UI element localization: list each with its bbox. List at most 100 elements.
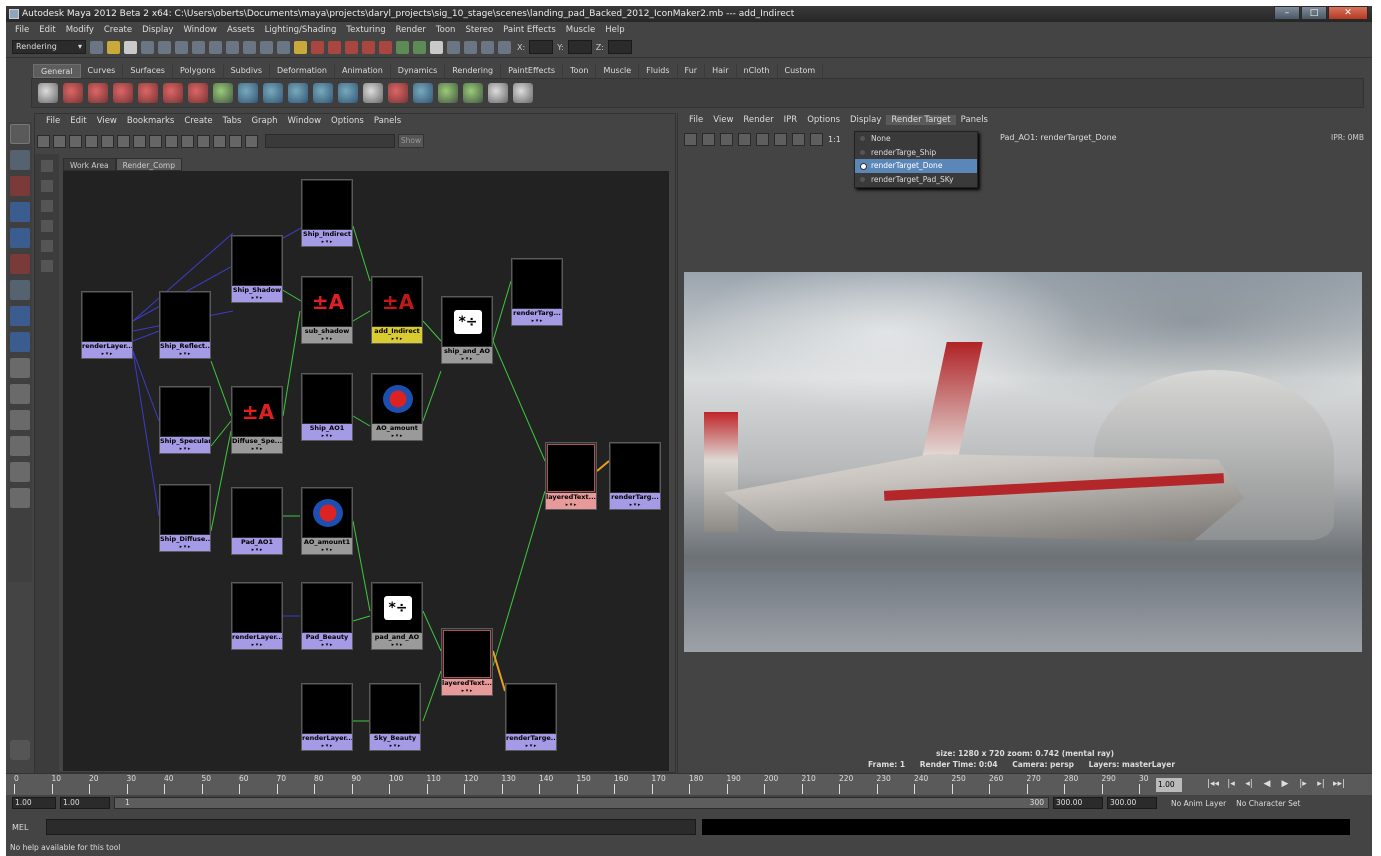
rv-menu-display[interactable]: Display [845, 115, 886, 125]
create-bar-icon[interactable] [41, 200, 53, 212]
graph-materials-icon[interactable] [133, 134, 146, 148]
snapshot-icon[interactable] [720, 132, 733, 146]
node-render-target-mid[interactable]: renderTarg... ▸ ▾ ▸ [609, 442, 661, 510]
shelf-skin-icon[interactable] [313, 83, 333, 103]
y-field[interactable] [567, 40, 592, 54]
move-tool-icon[interactable] [10, 202, 30, 222]
show-manipulator-icon[interactable] [10, 332, 30, 352]
node-plugs[interactable]: ▸ ▾ ▸ [546, 502, 596, 509]
shelf-sphere-icon[interactable] [88, 83, 108, 103]
new-scene-icon[interactable] [90, 40, 103, 54]
menu-set-selector[interactable]: Rendering [12, 40, 86, 54]
shelf-tab-fur[interactable]: Fur [678, 64, 706, 78]
ipr-render-icon[interactable] [738, 132, 751, 146]
alpha-channel-icon[interactable] [810, 132, 823, 146]
menu-file[interactable]: File [10, 25, 34, 35]
create-bar-icon[interactable] [41, 240, 53, 252]
node-ship-ao1[interactable]: Ship_AO1 ▸ ▾ ▸ [301, 373, 353, 441]
outliner-toggle-icon[interactable] [481, 40, 494, 54]
hs-menu-view[interactable]: View [92, 116, 122, 126]
node-layered-texture-bottom[interactable]: layeredText... ▸ ▾ ▸ [441, 628, 493, 696]
open-scene-icon[interactable] [107, 40, 120, 54]
shelf-help-icon[interactable] [63, 83, 83, 103]
command-input[interactable] [46, 819, 696, 835]
snail-icon[interactable] [10, 740, 30, 760]
node-plugs[interactable]: ▸ ▾ ▸ [302, 743, 352, 750]
shelf-tab-hair[interactable]: Hair [705, 64, 737, 78]
rv-menu-options[interactable]: Options [802, 115, 845, 125]
end-time-field[interactable]: 300.00 [1107, 797, 1157, 809]
shelf-plane-icon[interactable] [188, 83, 208, 103]
node-plugs[interactable]: ▸ ▾ ▸ [302, 547, 352, 554]
render-icon[interactable] [213, 134, 226, 148]
refresh-ipr-icon[interactable] [756, 132, 769, 146]
hypershade-search-field[interactable] [265, 134, 395, 148]
menu-help[interactable]: Help [600, 25, 629, 35]
universal-manipulator-icon[interactable] [10, 280, 30, 300]
node-plugs[interactable]: ▸ ▾ ▸ [232, 295, 282, 302]
rv-menu-view[interactable]: View [708, 115, 738, 125]
shelf-constraint-icon[interactable] [338, 83, 358, 103]
create-bar-icon[interactable] [41, 260, 53, 272]
node-pad-beauty[interactable]: Pad_Beauty ▸ ▾ ▸ [301, 582, 353, 650]
node-plugs[interactable]: ▸ ▾ ▸ [232, 446, 282, 453]
shelf-tab-rendering[interactable]: Rendering [445, 64, 502, 78]
menu-edit[interactable]: Edit [34, 25, 60, 35]
render-target-option[interactable]: renderTarget_Pad_SKy [855, 173, 977, 187]
node-layered-texture-top[interactable]: layeredText... ▸ ▾ ▸ [545, 442, 597, 510]
node-pad-ao1[interactable]: Pad_AO1 ▸ ▾ ▸ [231, 487, 283, 555]
node-diffuse-spec[interactable]: ±A Diffuse_Spe... ▸ ▾ ▸ [231, 386, 283, 454]
menu-assets[interactable]: Assets [222, 25, 260, 35]
show-modeling-toolkit-icon[interactable] [396, 40, 409, 54]
shelf-tab-muscle[interactable]: Muscle [596, 64, 640, 78]
tool-settings-toggle-icon[interactable] [447, 40, 460, 54]
layout-single-icon[interactable] [10, 358, 30, 378]
rv-menu-render[interactable]: Render [738, 115, 778, 125]
shelf-tab-custom[interactable]: Custom [778, 64, 824, 78]
node-ao-amount1[interactable]: AO_amount1 ▸ ▾ ▸ [301, 487, 353, 555]
create-bar-icon[interactable] [41, 220, 53, 232]
render-target-option[interactable]: renderTarge_Ship [855, 146, 977, 160]
node-plugs[interactable]: ▸ ▾ ▸ [370, 743, 420, 750]
shelf-cylinder-icon[interactable] [138, 83, 158, 103]
render-view-icon[interactable] [379, 40, 392, 54]
show-button[interactable]: Show [398, 134, 424, 148]
layout-hypershade-icon[interactable] [10, 462, 30, 482]
hs-menu-graph[interactable]: Graph [246, 116, 282, 126]
hs-menu-panels[interactable]: Panels [369, 116, 406, 126]
node-sub-shadow[interactable]: ±A sub_shadow ▸ ▾ ▸ [301, 276, 353, 344]
real-size-button[interactable]: 1:1 [828, 135, 841, 144]
go-to-end-button[interactable]: ▸▸| [1332, 776, 1346, 792]
shelf-tab-polygons[interactable]: Polygons [173, 64, 224, 78]
show-top-tabs-icon[interactable] [53, 134, 66, 148]
attribute-editor-toggle-icon[interactable] [430, 40, 443, 54]
layout-four-icon[interactable] [10, 384, 30, 404]
start-time-field[interactable]: 1.00 [12, 797, 56, 809]
node-plugs[interactable]: ▸ ▾ ▸ [442, 356, 492, 363]
tab-render-comp[interactable]: Render_Comp [115, 158, 182, 171]
shelf-cone-icon[interactable] [163, 83, 183, 103]
snap-curve-icon[interactable] [209, 40, 222, 54]
node-plugs[interactable]: ▸ ▾ ▸ [442, 688, 492, 695]
render-current-frame-icon[interactable] [311, 40, 324, 54]
soft-mod-tool-icon[interactable] [10, 306, 30, 326]
node-sky-beauty[interactable]: Sky_Beauty ▸ ▾ ▸ [369, 683, 421, 751]
hs-menu-options[interactable]: Options [326, 116, 369, 126]
node-plugs[interactable]: ▸ ▾ ▸ [302, 336, 352, 343]
shelf-tab-general[interactable]: General [33, 64, 81, 78]
play-backwards-button[interactable]: ◀ [1260, 776, 1274, 792]
shelf-tab-fluids[interactable]: Fluids [639, 64, 678, 78]
render-region-icon[interactable] [702, 132, 715, 146]
hs-menu-bookmarks[interactable]: Bookmarks [122, 116, 180, 126]
shelf-cc-icon[interactable] [463, 83, 483, 103]
node-plugs[interactable]: ▸ ▾ ▸ [232, 547, 282, 554]
output-connections-icon[interactable] [181, 134, 194, 148]
rv-menu-ipr[interactable]: IPR [779, 115, 803, 125]
node-add-indirect[interactable]: ±A add_Indirect ▸ ▾ ▸ [371, 276, 423, 344]
hypershade-icon[interactable] [362, 40, 375, 54]
hs-menu-window[interactable]: Window [283, 116, 327, 126]
shelf-tab-painteffects[interactable]: PaintEffects [501, 64, 564, 78]
node-ship-specular[interactable]: Ship_Specular ▸ ▾ ▸ [159, 386, 211, 454]
snap-plane-icon[interactable] [243, 40, 256, 54]
shelf-joint-icon[interactable] [263, 83, 283, 103]
